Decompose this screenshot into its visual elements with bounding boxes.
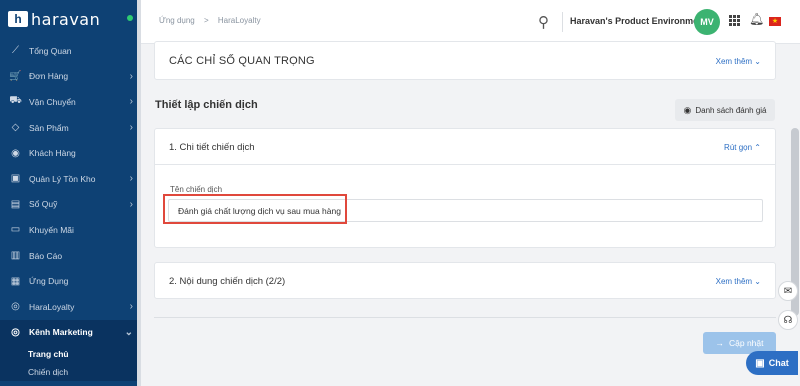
- sidebar-item-0[interactable]: ⟋ Tổng Quan: [0, 38, 141, 64]
- trend-line-icon: ⟋: [12, 45, 19, 57]
- logo-text: haravan: [31, 9, 101, 29]
- truck-icon: ⛟: [9, 95, 22, 107]
- key-metrics-card: CÁC CHỈ SỐ QUAN TRỌNG Xem thêm ⌄: [154, 41, 776, 80]
- breadcrumb: Ứng dụng > HaraLoyalty: [159, 16, 268, 25]
- section-title: Thiết lập chiến dịch: [155, 99, 258, 111]
- sidebar-item-5[interactable]: ▣ Quản Lý Tồn Kho ›: [0, 166, 141, 192]
- ledger-icon: ▤: [10, 198, 21, 210]
- chat-label: Chat: [768, 358, 789, 368]
- sidebar-item-7[interactable]: ▭ Khuyến Mãi: [0, 217, 141, 243]
- sidebar-item-8[interactable]: ▥ Báo Cáo: [0, 243, 141, 269]
- sidebar-item-3[interactable]: ◇ Sản Phẩm ›: [0, 115, 141, 141]
- campaign-content-see-more-link[interactable]: Xem thêm ⌄: [716, 277, 761, 286]
- collapse-link[interactable]: Rút gọn ⌃: [724, 143, 761, 152]
- review-list-label: Danh sách đánh giá: [695, 105, 767, 115]
- chevron-right-icon: ›: [129, 301, 133, 313]
- sidebar-item-label: Sổ Quỹ: [29, 199, 58, 210]
- update-button-label: Cập nhật: [729, 338, 764, 348]
- campaign-content-card: 2. Nội dung chiến dịch (2/2) Xem thêm ⌄: [154, 262, 776, 299]
- sidebar-item-label: Tổng Quan: [29, 45, 72, 56]
- logo[interactable]: h haravan: [0, 0, 141, 38]
- campaign-content-title: 2. Nội dung chiến dịch (2/2): [169, 276, 286, 287]
- bell-icon[interactable]: 🔔︎: [749, 12, 764, 26]
- arrow-right-icon: →: [715, 338, 725, 348]
- sidebar-item-label: Vận Chuyển: [29, 96, 76, 107]
- online-status-dot: [127, 15, 133, 21]
- eye-icon: ◉: [683, 104, 692, 115]
- content-divider: [154, 317, 776, 318]
- sidebar-item-label: Khuyến Mãi: [29, 224, 74, 235]
- sidebar-item-10[interactable]: ◎ HaraLoyalty ›: [0, 294, 141, 320]
- sidebar-nav: ⟋ Tổng Quan 🛒 Đơn Hàng › ⛟ Vận Chuyển › ◇ Sản Phẩ…: [0, 38, 141, 346]
- chat-icon: ▣: [755, 357, 765, 369]
- vietnam-flag-icon[interactable]: ★: [769, 17, 781, 26]
- breadcrumb-haraloyalty[interactable]: HaraLoyalty: [218, 16, 261, 25]
- sidebar-item-4[interactable]: ◉ Khách Hàng: [0, 140, 141, 166]
- chevron-right-icon: ›: [129, 122, 133, 134]
- sidebar-subitem-campaigns[interactable]: Chiến dịch: [0, 363, 141, 381]
- sidebar-item-label: Đơn Hàng: [29, 71, 69, 82]
- logo-mark-icon: h: [8, 11, 28, 27]
- chevron-right-icon: ›: [129, 70, 133, 82]
- sidebar-item-label: Báo Cáo: [29, 250, 63, 261]
- loyalty-icon: ◎: [11, 301, 20, 313]
- sidebar-item-1[interactable]: 🛒 Đơn Hàng ›: [0, 64, 141, 90]
- search-icon[interactable]: ⚲: [538, 13, 549, 31]
- sidebar-item-6[interactable]: ▤ Sổ Quỹ ›: [0, 192, 141, 218]
- headset-icon[interactable]: ☊: [778, 310, 798, 330]
- chevron-right-icon: ›: [129, 198, 133, 210]
- top-header: Ứng dụng > HaraLoyalty ⚲ Haravan's Produ…: [141, 0, 800, 44]
- highlight-box: [163, 194, 347, 224]
- campaign-detail-title: 1. Chi tiết chiến dịch: [169, 142, 255, 153]
- sidebar-submenu: Trang chủ Chiến dịch: [0, 345, 141, 382]
- sidebar-item-11[interactable]: ◎ Kênh Marketing ⌄: [0, 319, 141, 346]
- sidebar-subitem-home[interactable]: Trang chủ: [0, 345, 141, 363]
- mail-icon[interactable]: ✉: [778, 281, 798, 301]
- cart-icon: 🛒: [9, 70, 22, 82]
- report-icon: ▥: [10, 250, 21, 262]
- sidebar-item-label: HaraLoyalty: [29, 301, 75, 312]
- gift-icon: ▭: [10, 224, 21, 236]
- breadcrumb-separator: >: [203, 16, 209, 25]
- chevron-right-icon: ›: [129, 96, 133, 108]
- chevron-right-icon: ›: [129, 173, 133, 185]
- campaign-detail-header: 1. Chi tiết chiến dịch Rút gọn ⌃: [155, 129, 775, 165]
- chat-button[interactable]: ▣ Chat: [746, 351, 798, 375]
- sidebar-edge: [137, 0, 141, 386]
- campaign-name-label: Tên chiến dịch: [170, 185, 223, 194]
- sidebar-item-2[interactable]: ⛟ Vận Chuyển ›: [0, 89, 141, 115]
- campaign-detail-card: 1. Chi tiết chiến dịch Rút gọn ⌃ Tên chi…: [154, 128, 776, 248]
- tag-icon: ◇: [11, 122, 20, 134]
- review-list-button[interactable]: ◉ Danh sách đánh giá: [675, 99, 775, 121]
- apps-grid-icon[interactable]: [729, 15, 740, 26]
- marketing-icon: ◎: [11, 326, 20, 338]
- sidebar-item-label: Quản Lý Tồn Kho: [29, 173, 96, 184]
- sidebar-item-9[interactable]: ▦ Ứng Dụng: [0, 268, 141, 294]
- inventory-icon: ▣: [10, 173, 21, 185]
- sidebar-item-label: Ứng Dụng: [29, 276, 69, 287]
- key-metrics-see-more-link[interactable]: Xem thêm ⌄: [716, 57, 761, 66]
- sidebar-item-label: Khách Hàng: [29, 148, 76, 159]
- sidebar-item-label: Kênh Marketing: [29, 327, 93, 338]
- key-metrics-title: CÁC CHỈ SỐ QUAN TRỌNG: [169, 55, 315, 67]
- avatar[interactable]: MV: [694, 9, 720, 35]
- header-divider: [562, 12, 563, 32]
- apps-grid-icon: ▦: [10, 275, 21, 287]
- breadcrumb-apps[interactable]: Ứng dụng: [159, 16, 195, 25]
- sidebar: h haravan ⟋ Tổng Quan 🛒 Đơn Hàng › ⛟ Vận Chuyể…: [0, 0, 141, 386]
- sidebar-item-label: Sản Phẩm: [29, 122, 69, 133]
- environment-name[interactable]: Haravan's Product Environment: [570, 16, 707, 26]
- user-circle-icon: ◉: [11, 147, 20, 159]
- chevron-down-icon: ⌄: [124, 326, 133, 338]
